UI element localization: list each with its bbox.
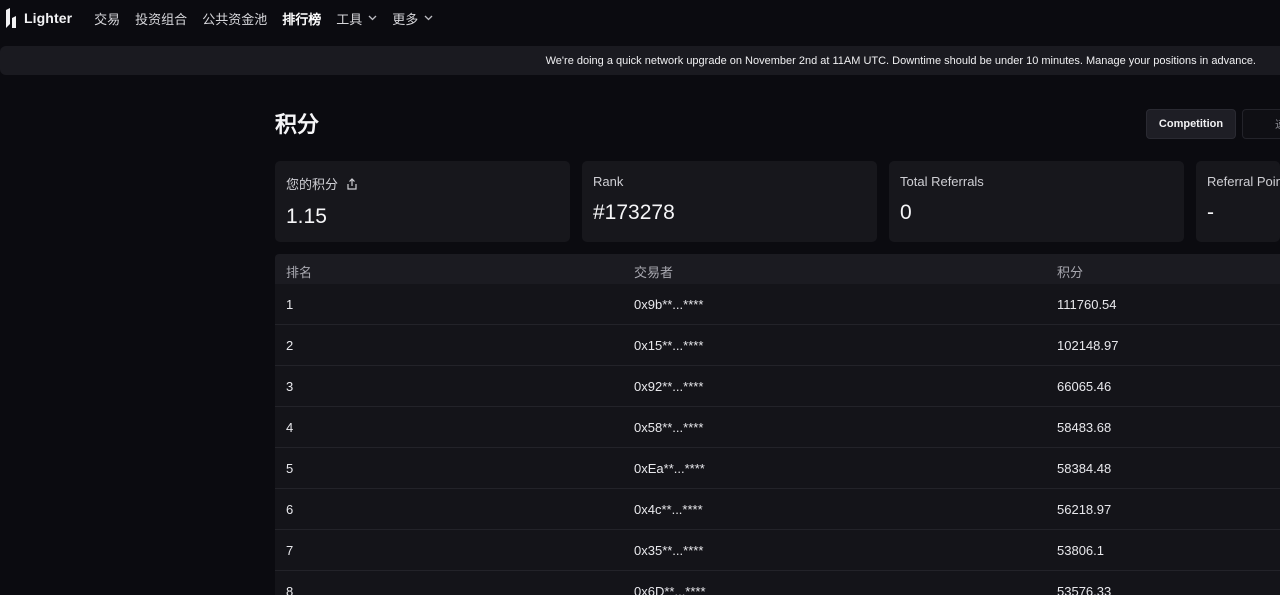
points-cell: 53576.33 (1057, 583, 1112, 595)
table-row[interactable]: 3 0x92**...**** 66065.46 (275, 366, 1280, 407)
trader-cell: 0x4c**...**** (634, 501, 703, 517)
points-cell: 58384.48 (1057, 460, 1112, 476)
rank-cell: 5 (286, 460, 294, 476)
competition-button[interactable]: Competition (1146, 109, 1236, 139)
chevron-down-icon (424, 15, 433, 21)
nav-item-label: 公共资金池 (202, 11, 268, 27)
nav-item-tools[interactable]: 工具 (336, 9, 377, 28)
points-label: 您的积分 (286, 177, 339, 192)
rank-cell: 4 (286, 419, 294, 435)
rank-card: Rank #173278 (582, 161, 877, 242)
nav-menu: 交易 投资组合 公共资金池 排行榜 工具 更多 (94, 9, 448, 28)
rank-label: Rank (593, 174, 624, 189)
brand-logo[interactable]: Lighter (4, 8, 72, 28)
nav-item-public-pools[interactable]: 公共资金池 (202, 9, 267, 28)
trader-cell: 0x35**...**** (634, 542, 704, 558)
points-cell: 66065.46 (1057, 378, 1112, 394)
column-header-trader: 交易者 (634, 265, 674, 280)
table-row[interactable]: 8 0x6D**...**** 53576.33 (275, 571, 1280, 595)
share-icon[interactable] (346, 177, 358, 190)
top-navigation: Lighter 交易 投资组合 公共资金池 排行榜 工具 更多 (0, 0, 1280, 36)
points-cell: 56218.97 (1057, 501, 1112, 517)
nav-item-label: 交易 (94, 11, 121, 27)
points-card: 您的积分 1.15 (275, 161, 570, 242)
points-cell: 111760.54 (1057, 296, 1117, 312)
points-cell: 102148.97 (1057, 337, 1119, 353)
points-cell: 58483.68 (1057, 419, 1112, 435)
column-header-rank: 排名 (286, 265, 313, 280)
nav-item-label: 排行榜 (282, 11, 322, 27)
total-referrals-card: Total Referrals 0 (889, 161, 1184, 242)
table-row[interactable]: 7 0x35**...**** 53806.1 (275, 530, 1280, 571)
rank-cell: 3 (286, 378, 294, 394)
table-row[interactable]: 6 0x4c**...**** 56218.97 (275, 489, 1280, 530)
nav-item-label: 更多 (392, 11, 419, 27)
leaderboard-table: 排名 交易者 积分 1 0x9b**...**** 111760.54 2 0x… (275, 254, 1280, 595)
referral-points-label: Referral Points (1207, 174, 1280, 189)
trader-cell: 0xEa**...**** (634, 460, 705, 476)
page-title: 积分 (275, 112, 320, 137)
referral-points-card: Referral Points - (1196, 161, 1280, 242)
table-row[interactable]: 1 0x9b**...**** 111760.54 (275, 284, 1280, 325)
referral-points-value: - (1207, 201, 1214, 224)
rank-cell: 8 (286, 583, 294, 595)
nav-item-label: 工具 (336, 11, 363, 27)
total-referrals-value: 0 (900, 201, 912, 224)
column-header-points: 积分 (1057, 265, 1084, 280)
nav-item-more[interactable]: 更多 (392, 9, 433, 28)
trader-cell: 0x15**...**** (634, 337, 704, 353)
nav-item-portfolio[interactable]: 投资组合 (135, 9, 187, 28)
banner-text: We're doing a quick network upgrade on N… (545, 54, 1256, 67)
trader-cell: 0x92**...**** (634, 378, 704, 394)
rank-cell: 1 (286, 296, 294, 312)
chevron-down-icon (368, 15, 377, 21)
brand-name: Lighter (24, 10, 73, 26)
table-row[interactable]: 4 0x58**...**** 58483.68 (275, 407, 1280, 448)
trader-cell: 0x6D**...**** (634, 583, 706, 595)
rank-value: #173278 (593, 201, 675, 224)
announcement-banner: We're doing a quick network upgrade on N… (0, 46, 1280, 75)
nav-item-label: 投资组合 (135, 11, 188, 27)
rank-cell: 6 (286, 501, 294, 517)
trader-cell: 0x58**...**** (634, 419, 704, 435)
nav-item-trade[interactable]: 交易 (94, 9, 120, 28)
total-referrals-label: Total Referrals (900, 174, 984, 189)
table-row[interactable]: 2 0x15**...**** 102148.97 (275, 325, 1280, 366)
rank-cell: 2 (286, 337, 294, 353)
trader-cell: 0x9b**...**** (634, 296, 704, 312)
table-row[interactable]: 5 0xEa**...**** 58384.48 (275, 448, 1280, 489)
points-value: 1.15 (286, 205, 327, 228)
secondary-button[interactable]: 递 (1242, 109, 1280, 139)
lighter-logo-icon (6, 8, 16, 28)
nav-item-leaderboard[interactable]: 排行榜 (282, 9, 321, 28)
points-cell: 53806.1 (1057, 542, 1104, 558)
card-label: 您的积分 (286, 174, 559, 193)
rank-cell: 7 (286, 542, 294, 558)
table-header: 排名 交易者 积分 (275, 254, 1280, 284)
